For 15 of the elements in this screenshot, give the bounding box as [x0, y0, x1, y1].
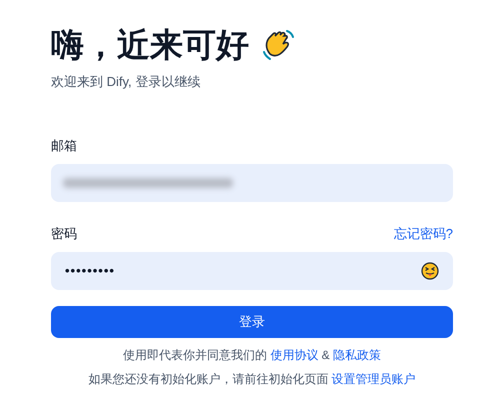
waving-hand-icon — [261, 28, 295, 62]
subtitle: 欢迎来到 Dify, 登录以继续 — [51, 73, 202, 91]
setup-admin-link[interactable]: 设置管理员账户 — [332, 372, 416, 386]
field-label: 邮箱 — [51, 136, 77, 154]
setup-text: 如果您还没有初始化账户，请前往初始化页面 设置管理员账户 — [87, 370, 417, 388]
heading: 嗨，近来可好 — [51, 25, 249, 65]
email-field[interactable] — [51, 164, 453, 202]
forgot-password-link[interactable]: 忘记密码? — [394, 224, 453, 244]
privacy-link[interactable]: 隐私政策 — [333, 348, 382, 362]
tongue-face-icon[interactable] — [421, 262, 439, 280]
field-label: 密码 — [51, 225, 77, 243]
terms-link[interactable]: 使用协议 — [270, 348, 318, 362]
terms-text: 使用即代表你并同意我们的 使用协议 & 隐私政策 — [122, 346, 382, 364]
password-field[interactable]: ••••••••• — [51, 252, 453, 290]
login-button[interactable]: 登录 — [51, 306, 453, 338]
